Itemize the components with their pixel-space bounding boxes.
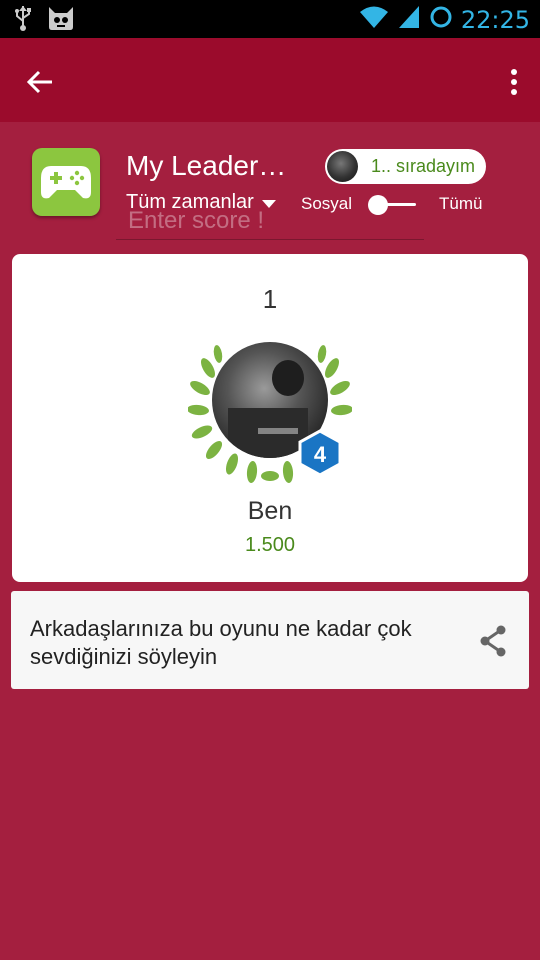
more-vert-icon	[511, 69, 517, 95]
player-score: 1.500	[244, 534, 296, 556]
level-badge: 4	[298, 429, 342, 477]
share-message: Arkadaşlarınıza bu oyunu ne kadar çok se…	[30, 616, 412, 669]
laurel-wreath-avatar: 4	[188, 342, 352, 483]
player-card[interactable]: 1 4 Ben 1.500	[12, 254, 528, 582]
player-rank-badge[interactable]: 1.. sıradayım	[325, 149, 486, 184]
rank-badge-label: 1.. sıradayım	[371, 156, 476, 176]
player-name: Ben	[247, 497, 293, 525]
signal-icon	[397, 4, 421, 35]
usb-icon	[14, 5, 32, 36]
wifi-icon	[359, 4, 389, 35]
level-number: 4	[314, 442, 327, 467]
avatar	[327, 151, 358, 182]
sync-icon	[429, 4, 453, 35]
leaderboard-title: My Leader…	[126, 150, 287, 181]
app-bar	[0, 38, 540, 122]
toggle-thumb[interactable]	[368, 195, 388, 215]
collection-toggle[interactable]	[366, 194, 418, 216]
overflow-menu-button[interactable]	[502, 60, 526, 104]
status-bar: 22:25	[0, 0, 540, 38]
share-button[interactable]	[473, 621, 513, 661]
arrow-left-icon	[26, 70, 52, 94]
player-rank: 1	[262, 284, 278, 314]
share-icon	[480, 625, 506, 657]
share-banner[interactable]: Arkadaşlarınıza bu oyunu ne kadar çok se…	[11, 591, 529, 689]
back-button[interactable]	[18, 60, 62, 104]
gamepad-icon	[41, 166, 91, 199]
cyanogen-mod-icon	[46, 5, 76, 36]
game-icon[interactable]	[32, 148, 100, 216]
all-toggle-label: Tümü	[439, 194, 483, 213]
social-toggle-label: Sosyal	[301, 194, 353, 213]
clock: 22:25	[460, 5, 530, 34]
